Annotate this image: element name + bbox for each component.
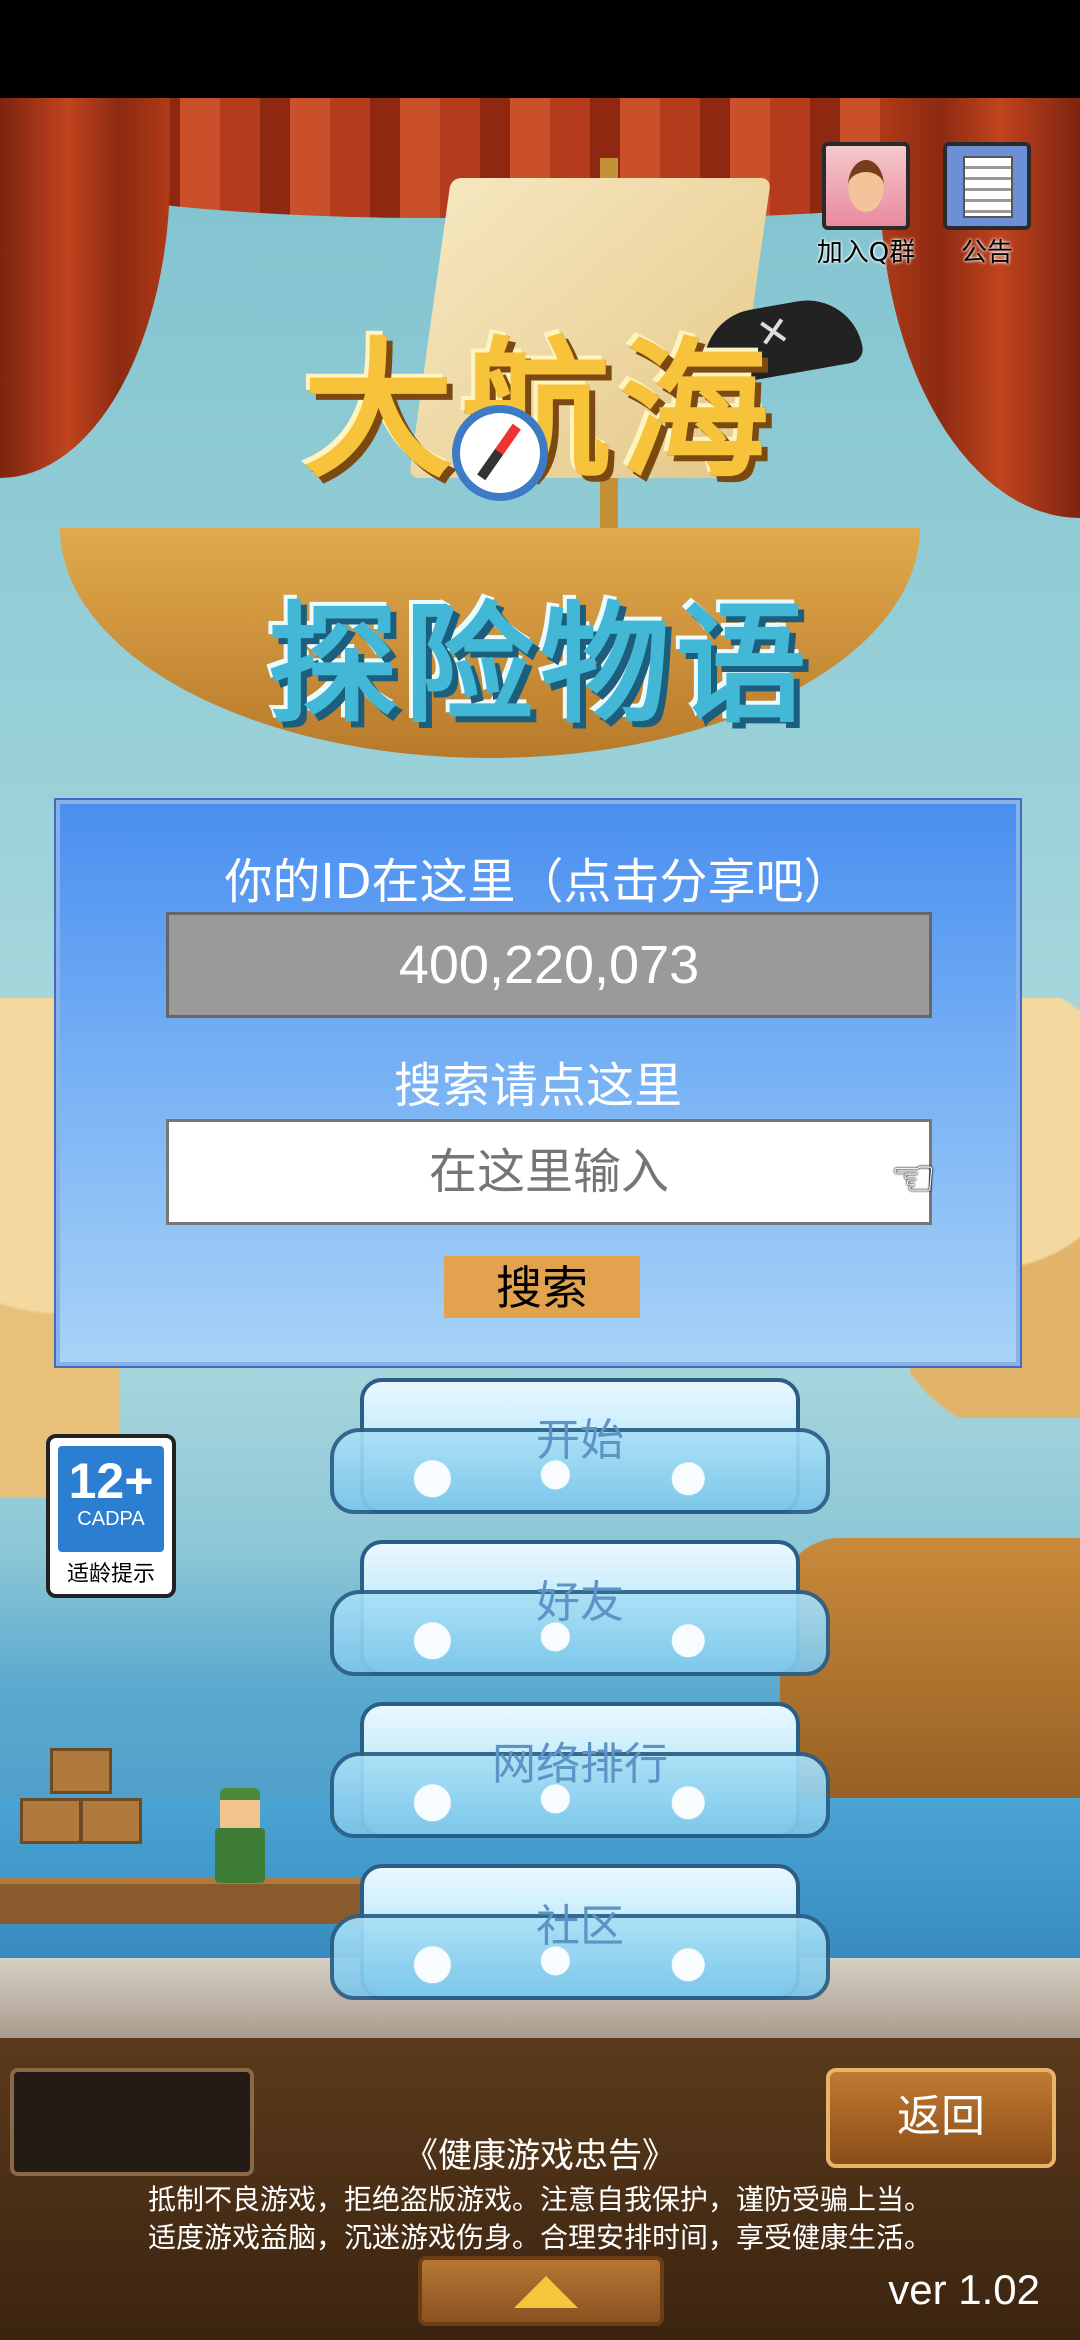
start-button-label: 开始 [536, 1415, 624, 1466]
compass-icon [452, 405, 548, 501]
notice-button[interactable]: 公告 [937, 142, 1037, 269]
health-advice-title: 《健康游戏忠告》 [404, 2136, 676, 2176]
community-button[interactable]: 社区 [330, 1864, 830, 2004]
hero-character [205, 1788, 275, 1883]
status-bar [0, 0, 1080, 98]
up-arrow-icon [514, 2276, 578, 2308]
hero-body [215, 1828, 265, 1883]
join-qq-group-button[interactable]: 加入Q群 [816, 142, 916, 269]
expand-up-button[interactable] [418, 2256, 664, 2326]
notice-label: 公告 [960, 238, 1013, 268]
friends-button-label: 好友 [536, 1577, 624, 1628]
search-input[interactable] [166, 1119, 932, 1225]
version-label: ver 1.02 [888, 2266, 1040, 2313]
crate [50, 1748, 112, 1794]
id-panel: 你的ID在这里（点击分享吧） 400,220,073 搜索请点这里 ☜ 搜索 [54, 798, 1022, 1368]
search-button[interactable]: 搜索 [444, 1256, 640, 1318]
crate [20, 1798, 82, 1844]
game-title-line2: 探险物语 [267, 589, 812, 741]
age-rating-org: CADPA [77, 1508, 145, 1530]
friends-button[interactable]: 好友 [330, 1540, 830, 1680]
age-rating-number: 12+ [68, 1453, 154, 1509]
health-advice-line2: 适度游戏益脑，沉迷游戏伤身。合理安排时间，享受健康生活。 [147, 2221, 932, 2254]
notice-icon [943, 142, 1031, 230]
health-advice-line1: 抵制不良游戏，拒绝盗版游戏。注意自我保护，谨防受骗上当。 [147, 2183, 932, 2216]
crate [80, 1798, 142, 1844]
online-ranking-button-label: 网络排行 [492, 1739, 668, 1790]
bottom-bar: 返回 《健康游戏忠告》 抵制不良游戏，拒绝盗版游戏。注意自我保护，谨防受骗上当。… [0, 2038, 1080, 2340]
online-ranking-button[interactable]: 网络排行 [330, 1702, 830, 1842]
start-button[interactable]: 开始 [330, 1378, 830, 1518]
player-id-value[interactable]: 400,220,073 [166, 912, 932, 1018]
age-rating-tip: 适龄提示 [66, 1562, 155, 1587]
search-title: 搜索请点这里 [393, 1058, 682, 1114]
join-qq-group-label: 加入Q群 [816, 238, 916, 268]
id-title[interactable]: 你的ID在这里（点击分享吧） [60, 842, 1016, 912]
age-rating-badge[interactable]: 12+ CADPA 适龄提示 [46, 1434, 176, 1598]
join-qq-group-icon [822, 142, 910, 230]
community-button-label: 社区 [536, 1901, 624, 1952]
pointing-hand-icon: ☜ [890, 1149, 937, 1209]
